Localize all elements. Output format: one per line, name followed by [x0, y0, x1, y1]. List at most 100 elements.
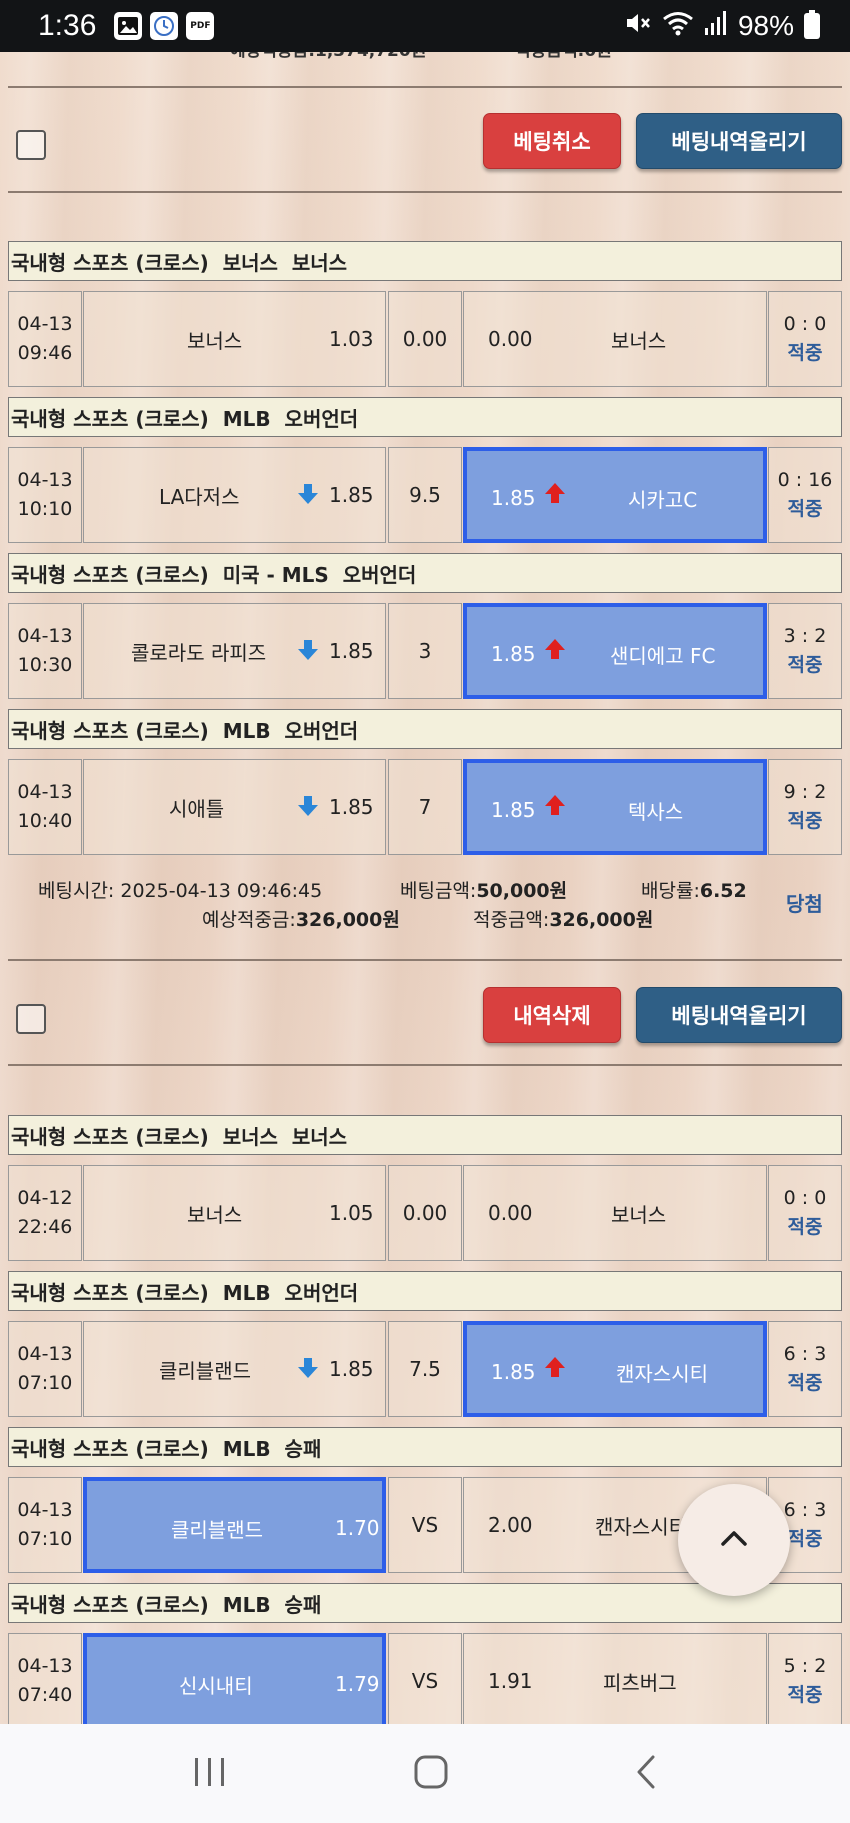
- league-header: 국내형 스포츠 (크로스) 보너스 보너스: [8, 241, 842, 281]
- versus-cell: VS: [388, 1477, 462, 1573]
- odds-down-arrow-icon: [296, 638, 320, 662]
- home-team: 클리블랜드: [159, 1359, 251, 1383]
- cancel-bet-button[interactable]: 베팅취소: [483, 113, 621, 169]
- away-team: 피츠버그: [603, 1671, 677, 1695]
- odds-down-arrow-icon: [296, 482, 320, 506]
- away-team: 캔자스시티: [595, 1515, 687, 1539]
- delete-history-button[interactable]: 내역삭제: [483, 987, 621, 1043]
- wifi-icon: [662, 10, 694, 43]
- away-odd: 1.85: [491, 798, 536, 822]
- home-odd: 1.85: [329, 483, 374, 507]
- handicap-cell: 3: [388, 603, 462, 699]
- versus-cell: VS: [388, 1633, 462, 1724]
- score-cell: 3 : 2 적중: [768, 603, 842, 699]
- away-odd: 0.00: [488, 327, 533, 351]
- handicap-cell: 0.00: [388, 1165, 462, 1261]
- expected-amount-cut: 예상적중금:1,374,720원: [230, 52, 426, 61]
- away-team-cell-selected[interactable]: 1.85 시카고C: [463, 447, 767, 543]
- home-icon[interactable]: [413, 1754, 449, 1794]
- status-bar: 1:36 PDF 98%: [0, 0, 850, 52]
- home-team-cell[interactable]: 콜로라도 라피즈 1.85: [83, 603, 386, 699]
- score-cell: 0 : 0 적중: [768, 1165, 842, 1261]
- odds-down-arrow-icon: [296, 1356, 320, 1380]
- odds-up-arrow-icon: [543, 637, 567, 661]
- away-odd: 0.00: [488, 1201, 533, 1225]
- home-team: 보너스: [187, 1203, 243, 1227]
- top-summary: 예상적중금:1,374,720원 적중금액:0원: [0, 52, 850, 64]
- battery-icon: [804, 10, 820, 39]
- home-team-cell[interactable]: 보너스 1.05: [83, 1165, 386, 1261]
- handicap-cell: 7.5: [388, 1321, 462, 1417]
- gallery-icon: [114, 12, 143, 40]
- away-team-cell-selected[interactable]: 1.85 캔자스시티: [463, 1321, 767, 1417]
- score-cell: 9 : 2 적중: [768, 759, 842, 855]
- game-datetime: 04-13 07:10: [8, 1477, 82, 1573]
- scroll-top-button[interactable]: [678, 1484, 790, 1596]
- status-time: 1:36: [38, 9, 97, 42]
- odds-up-arrow-icon: [543, 481, 567, 505]
- handicap-cell: 9.5: [388, 447, 462, 543]
- game-datetime: 04-13 10:30: [8, 603, 82, 699]
- upload-bet-history-button[interactable]: 베팅내역올리기: [636, 987, 842, 1043]
- away-team-cell[interactable]: 0.00 보너스: [463, 1165, 767, 1261]
- divider: [8, 86, 842, 88]
- home-odd: 1.03: [329, 327, 374, 351]
- game-datetime: 04-13 10:10: [8, 447, 82, 543]
- scroll-top-icon: [719, 1528, 749, 1552]
- game-row: 04-13 07:40 신시내티 1.79 VS 1.91 피츠버그 5 : 2적…: [8, 1633, 842, 1724]
- win-status: 당첨: [786, 892, 823, 916]
- away-team: 시카고C: [628, 488, 698, 512]
- home-team-cell[interactable]: 클리블랜드 1.85: [83, 1321, 386, 1417]
- away-team-cell[interactable]: 0.00 보너스: [463, 291, 767, 387]
- expected-amount: 예상적중금:326,000원: [202, 909, 400, 931]
- win-amount: 적중금액:326,000원: [473, 909, 654, 931]
- away-team-cell-selected[interactable]: 1.85 샌디에고 FC: [463, 603, 767, 699]
- page-background: 예상적중금:1,374,720원 적중금액:0원 베팅취소 베팅내역올리기 국내…: [0, 52, 850, 1724]
- away-odd: 2.00: [488, 1513, 533, 1537]
- home-odd: 1.79: [335, 1672, 380, 1696]
- home-team-cell[interactable]: 보너스 1.03: [83, 291, 386, 387]
- recent-apps-icon[interactable]: [192, 1756, 228, 1792]
- clock-icon: [150, 12, 179, 40]
- away-odd: 1.85: [491, 1360, 536, 1384]
- battery-level: 98%: [737, 10, 794, 41]
- away-team: 텍사스: [628, 800, 684, 824]
- game-datetime: 04-13 07:40: [8, 1633, 82, 1724]
- slip-select-checkbox[interactable]: [16, 130, 46, 160]
- away-team: 보너스: [611, 1203, 667, 1227]
- bet-amount: 베팅금액:50,000원: [400, 880, 568, 902]
- away-team-cell-selected[interactable]: 1.85 텍사스: [463, 759, 767, 855]
- league-header: 국내형 스포츠 (크로스) 미국 - MLS 오버언더: [8, 553, 842, 593]
- divider: [8, 959, 842, 961]
- divider: [8, 1064, 842, 1066]
- score-cell: 5 : 2 적중: [768, 1633, 842, 1724]
- away-odd: 1.91: [488, 1669, 533, 1693]
- slip-select-checkbox[interactable]: [16, 1004, 46, 1034]
- home-odd: 1.85: [329, 639, 374, 663]
- odds-up-arrow-icon: [543, 793, 567, 817]
- score-cell: 0 : 16 적중: [768, 447, 842, 543]
- home-team: 보너스: [187, 329, 243, 353]
- score-cell: 0 : 0 적중: [768, 291, 842, 387]
- home-team-cell-selected[interactable]: 신시내티 1.79: [83, 1633, 386, 1724]
- system-nav-bar: [0, 1724, 850, 1823]
- home-odd: 1.85: [329, 795, 374, 819]
- home-team-cell-selected[interactable]: 클리블랜드 1.70: [83, 1477, 386, 1573]
- upload-bet-history-button[interactable]: 베팅내역올리기: [636, 113, 842, 169]
- away-team: 캔자스시티: [616, 1362, 708, 1386]
- home-team: 콜로라도 라피즈: [131, 641, 267, 665]
- home-team-cell[interactable]: LA다저스 1.85: [83, 447, 386, 543]
- odds-up-arrow-icon: [543, 1355, 567, 1379]
- game-datetime: 04-12 22:46: [8, 1165, 82, 1261]
- back-icon[interactable]: [634, 1754, 658, 1794]
- mute-icon: [624, 10, 652, 43]
- away-team-cell[interactable]: 1.91 피츠버그: [463, 1633, 767, 1724]
- home-team-cell[interactable]: 시애틀 1.85: [83, 759, 386, 855]
- signal-icon: [704, 10, 728, 43]
- away-odd: 1.85: [491, 486, 536, 510]
- game-row: 04-12 22:46 보너스 1.05 0.00 0.00 보너스 0 : 0적…: [8, 1165, 842, 1261]
- score-cell: 6 : 3 적중: [768, 1321, 842, 1417]
- game-datetime: 04-13 09:46: [8, 291, 82, 387]
- home-team: LA다저스: [159, 485, 240, 509]
- game-row: 04-13 10:30 콜로라도 라피즈 1.85 3 1.85 샌디에고 FC …: [8, 603, 842, 699]
